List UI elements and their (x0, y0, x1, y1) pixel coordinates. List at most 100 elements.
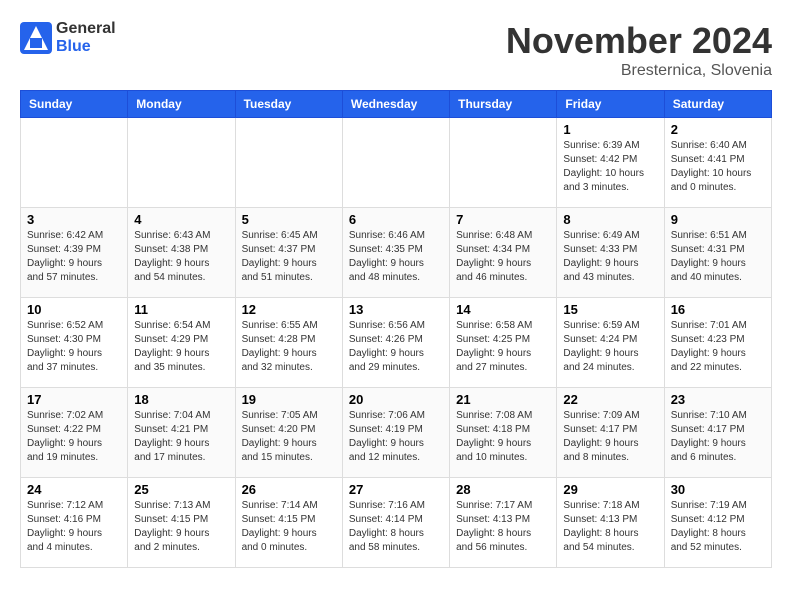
day-number: 20 (349, 392, 443, 407)
cell-detail: Sunrise: 7:19 AMSunset: 4:12 PMDaylight:… (671, 499, 765, 555)
calendar-cell: 10 Sunrise: 6:52 AMSunset: 4:30 PMDayligh… (21, 298, 128, 388)
calendar-cell: 15 Sunrise: 6:59 AMSunset: 4:24 PMDayligh… (557, 298, 664, 388)
cell-detail: Sunrise: 7:10 AMSunset: 4:17 PMDaylight:… (671, 409, 765, 465)
cell-detail: Sunrise: 7:16 AMSunset: 4:14 PMDaylight:… (349, 499, 443, 555)
cell-detail: Sunrise: 6:54 AMSunset: 4:29 PMDaylight:… (134, 319, 228, 375)
day-number: 17 (27, 392, 121, 407)
calendar-week-row: 17 Sunrise: 7:02 AMSunset: 4:22 PMDayligh… (21, 388, 772, 478)
day-number: 15 (563, 302, 657, 317)
day-number: 22 (563, 392, 657, 407)
weekday-header: Wednesday (342, 91, 449, 118)
cell-detail: Sunrise: 6:56 AMSunset: 4:26 PMDaylight:… (349, 319, 443, 375)
day-number: 9 (671, 212, 765, 227)
calendar-cell: 9 Sunrise: 6:51 AMSunset: 4:31 PMDaylight… (664, 208, 771, 298)
calendar-week-row: 24 Sunrise: 7:12 AMSunset: 4:16 PMDayligh… (21, 478, 772, 568)
calendar-cell (342, 118, 449, 208)
weekday-header: Tuesday (235, 91, 342, 118)
calendar-week-row: 1Sunrise: 6:39 AMSunset: 4:42 PMDaylight… (21, 118, 772, 208)
calendar-cell: 18 Sunrise: 7:04 AMSunset: 4:21 PMDayligh… (128, 388, 235, 478)
logo-icon (20, 22, 52, 54)
cell-detail: Sunrise: 7:13 AMSunset: 4:15 PMDaylight:… (134, 499, 228, 555)
calendar-cell: 6Sunrise: 6:46 AMSunset: 4:35 PMDaylight… (342, 208, 449, 298)
calendar-cell: 14 Sunrise: 6:58 AMSunset: 4:25 PMDayligh… (450, 298, 557, 388)
cell-detail: Sunrise: 6:55 AMSunset: 4:28 PMDaylight:… (242, 319, 336, 375)
day-number: 3 (27, 212, 121, 227)
title-area: November 2024 Bresternica, Slovenia (506, 20, 772, 80)
calendar-cell (235, 118, 342, 208)
calendar-cell: 26 Sunrise: 7:14 AMSunset: 4:15 PMDayligh… (235, 478, 342, 568)
calendar-cell (128, 118, 235, 208)
calendar-cell: 8 Sunrise: 6:49 AMSunset: 4:33 PMDaylight… (557, 208, 664, 298)
calendar-cell (450, 118, 557, 208)
calendar-cell: 19Sunrise: 7:05 AMSunset: 4:20 PMDayligh… (235, 388, 342, 478)
day-number: 12 (242, 302, 336, 317)
day-number: 24 (27, 482, 121, 497)
month-title: November 2024 (506, 20, 772, 62)
calendar-cell: 25 Sunrise: 7:13 AMSunset: 4:15 PMDayligh… (128, 478, 235, 568)
calendar-cell: 2Sunrise: 6:40 AMSunset: 4:41 PMDaylight… (664, 118, 771, 208)
day-number: 5 (242, 212, 336, 227)
day-number: 29 (563, 482, 657, 497)
day-number: 26 (242, 482, 336, 497)
day-number: 14 (456, 302, 550, 317)
cell-detail: Sunrise: 7:02 AMSunset: 4:22 PMDaylight:… (27, 409, 121, 465)
cell-detail: Sunrise: 6:52 AMSunset: 4:30 PMDaylight:… (27, 319, 121, 375)
calendar-cell: 22 Sunrise: 7:09 AMSunset: 4:17 PMDayligh… (557, 388, 664, 478)
day-number: 10 (27, 302, 121, 317)
calendar-cell: 23 Sunrise: 7:10 AMSunset: 4:17 PMDayligh… (664, 388, 771, 478)
cell-detail: Sunrise: 6:59 AMSunset: 4:24 PMDaylight:… (563, 319, 657, 375)
day-number: 23 (671, 392, 765, 407)
day-number: 30 (671, 482, 765, 497)
location-subtitle: Bresternica, Slovenia (506, 62, 772, 80)
cell-detail: Sunrise: 7:08 AMSunset: 4:18 PMDaylight:… (456, 409, 550, 465)
cell-detail: Sunrise: 6:46 AMSunset: 4:35 PMDaylight:… (349, 229, 443, 285)
calendar-header-row: SundayMondayTuesdayWednesdayThursdayFrid… (21, 91, 772, 118)
cell-detail: Sunrise: 7:09 AMSunset: 4:17 PMDaylight:… (563, 409, 657, 465)
cell-detail: Sunrise: 7:18 AMSunset: 4:13 PMDaylight:… (563, 499, 657, 555)
day-number: 18 (134, 392, 228, 407)
calendar-cell: 13 Sunrise: 6:56 AMSunset: 4:26 PMDayligh… (342, 298, 449, 388)
cell-detail: Sunrise: 6:49 AMSunset: 4:33 PMDaylight:… (563, 229, 657, 285)
day-number: 16 (671, 302, 765, 317)
calendar-cell: 12 Sunrise: 6:55 AMSunset: 4:28 PMDayligh… (235, 298, 342, 388)
cell-detail: Sunrise: 7:06 AMSunset: 4:19 PMDaylight:… (349, 409, 443, 465)
weekday-header: Sunday (21, 91, 128, 118)
cell-detail: Sunrise: 7:04 AMSunset: 4:21 PMDaylight:… (134, 409, 228, 465)
cell-detail: Sunrise: 7:05 AMSunset: 4:20 PMDaylight:… (242, 409, 336, 465)
day-number: 11 (134, 302, 228, 317)
cell-detail: Sunrise: 7:12 AMSunset: 4:16 PMDaylight:… (27, 499, 121, 555)
cell-detail: Sunrise: 7:17 AMSunset: 4:13 PMDaylight:… (456, 499, 550, 555)
day-number: 27 (349, 482, 443, 497)
calendar-cell: 1Sunrise: 6:39 AMSunset: 4:42 PMDaylight… (557, 118, 664, 208)
calendar-cell: 20 Sunrise: 7:06 AMSunset: 4:19 PMDayligh… (342, 388, 449, 478)
cell-detail: Sunrise: 6:42 AMSunset: 4:39 PMDaylight:… (27, 229, 121, 285)
calendar-cell (21, 118, 128, 208)
cell-detail: Sunrise: 6:48 AMSunset: 4:34 PMDaylight:… (456, 229, 550, 285)
cell-detail: Sunrise: 6:51 AMSunset: 4:31 PMDaylight:… (671, 229, 765, 285)
day-number: 13 (349, 302, 443, 317)
calendar-cell: 29 Sunrise: 7:18 AMSunset: 4:13 PMDayligh… (557, 478, 664, 568)
calendar-week-row: 10 Sunrise: 6:52 AMSunset: 4:30 PMDayligh… (21, 298, 772, 388)
cell-detail: Sunrise: 6:39 AMSunset: 4:42 PMDaylight:… (563, 139, 657, 195)
weekday-header: Monday (128, 91, 235, 118)
calendar-cell: 4Sunrise: 6:43 AMSunset: 4:38 PMDaylight… (128, 208, 235, 298)
page-header: General Blue November 2024 Bresternica, … (20, 20, 772, 80)
weekday-header: Thursday (450, 91, 557, 118)
cell-detail: Sunrise: 6:45 AMSunset: 4:37 PMDaylight:… (242, 229, 336, 285)
day-number: 4 (134, 212, 228, 227)
cell-detail: Sunrise: 6:58 AMSunset: 4:25 PMDaylight:… (456, 319, 550, 375)
calendar-cell: 7Sunrise: 6:48 AMSunset: 4:34 PMDaylight… (450, 208, 557, 298)
calendar-cell: 30 Sunrise: 7:19 AMSunset: 4:12 PMDayligh… (664, 478, 771, 568)
day-number: 25 (134, 482, 228, 497)
calendar-cell: 3 Sunrise: 6:42 AMSunset: 4:39 PMDaylight… (21, 208, 128, 298)
weekday-header: Saturday (664, 91, 771, 118)
cell-detail: Sunrise: 6:40 AMSunset: 4:41 PMDaylight:… (671, 139, 765, 195)
cell-detail: Sunrise: 7:14 AMSunset: 4:15 PMDaylight:… (242, 499, 336, 555)
calendar-cell: 11 Sunrise: 6:54 AMSunset: 4:29 PMDayligh… (128, 298, 235, 388)
weekday-header: Friday (557, 91, 664, 118)
logo-blue-text: Blue (56, 38, 116, 56)
calendar-cell: 21Sunrise: 7:08 AMSunset: 4:18 PMDayligh… (450, 388, 557, 478)
day-number: 8 (563, 212, 657, 227)
calendar-cell: 17 Sunrise: 7:02 AMSunset: 4:22 PMDayligh… (21, 388, 128, 478)
calendar-cell: 28Sunrise: 7:17 AMSunset: 4:13 PMDayligh… (450, 478, 557, 568)
